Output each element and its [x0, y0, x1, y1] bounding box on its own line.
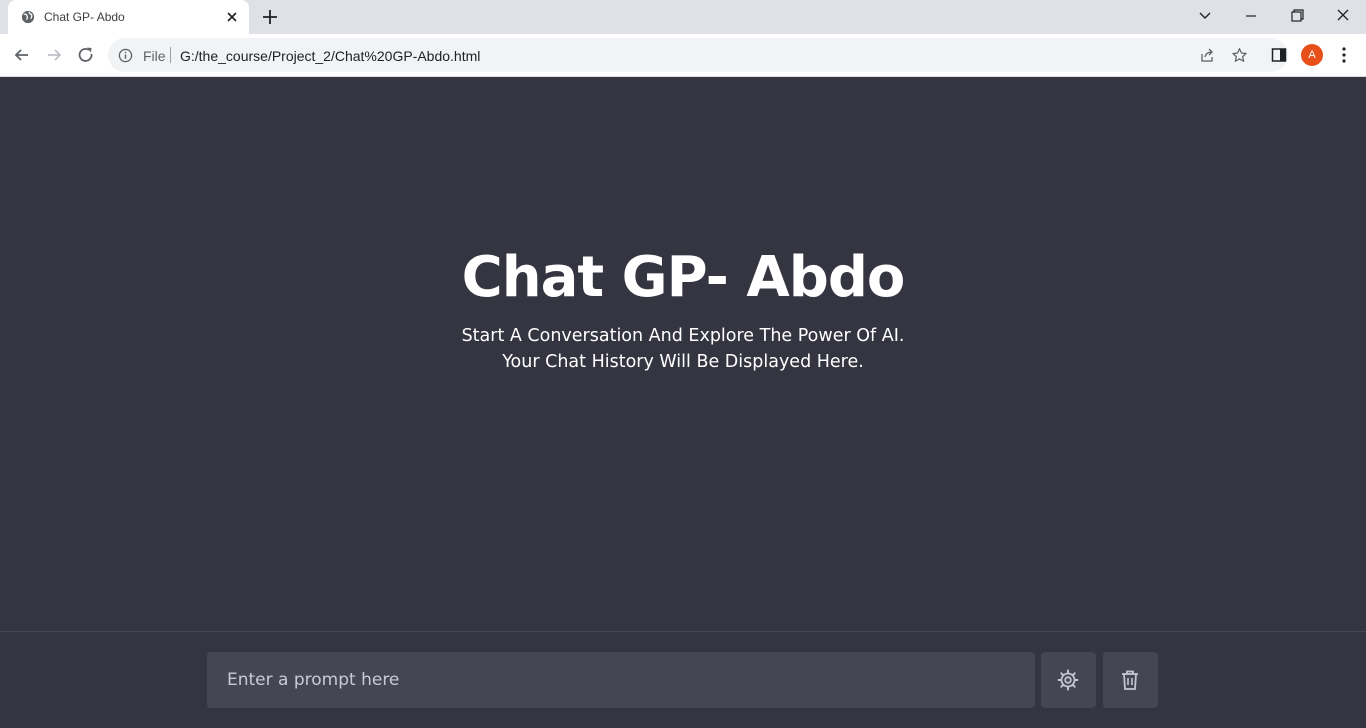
back-arrow-icon[interactable] [12, 45, 32, 65]
url-scheme-label: File [143, 48, 166, 64]
theme-settings-button[interactable] [1041, 652, 1096, 708]
prompt-input[interactable] [207, 652, 1035, 708]
browser-tabstrip: Chat GP- Abdo [0, 0, 1366, 34]
new-tab-plus-icon[interactable] [260, 7, 280, 27]
subtitle-line-1: Start A Conversation And Explore The Pow… [461, 326, 905, 346]
close-tab-icon[interactable] [224, 9, 240, 25]
page-title: Chat GP- Abdo [461, 245, 906, 310]
globe-icon [21, 10, 35, 24]
tab-title: Chat GP- Abdo [44, 10, 125, 24]
restore-window-icon[interactable] [1285, 5, 1309, 27]
minimize-window-icon[interactable] [1239, 5, 1263, 27]
address-divider [170, 47, 171, 63]
side-panel-icon[interactable] [1271, 47, 1287, 63]
composer-bar [0, 631, 1366, 728]
close-window-icon[interactable] [1331, 5, 1355, 27]
settings-gear-icon [1057, 669, 1079, 691]
url-text[interactable]: G:/the_course/Project_2/Chat%20GP-Abdo.h… [180, 48, 480, 64]
browser-toolbar: File G:/the_course/Project_2/Chat%20GP-A… [0, 34, 1366, 77]
address-bar[interactable]: File G:/the_course/Project_2/Chat%20GP-A… [108, 38, 1288, 72]
site-info-icon[interactable] [118, 48, 133, 63]
reload-icon[interactable] [76, 45, 96, 65]
chat-page: Chat GP- Abdo Start A Conversation And E… [0, 77, 1366, 728]
forward-arrow-icon[interactable] [44, 45, 64, 65]
share-icon[interactable] [1199, 47, 1215, 63]
delete-chats-button[interactable] [1103, 652, 1158, 708]
more-menu-icon[interactable] [1336, 46, 1352, 64]
subtitle-line-2: Your Chat History Will Be Displayed Here… [502, 352, 864, 372]
tab-search-chevron-icon[interactable] [1193, 5, 1217, 27]
page-subtitle: Start A Conversation And Explore The Pow… [0, 323, 1366, 375]
profile-avatar[interactable]: A [1301, 44, 1323, 66]
bookmark-star-icon[interactable] [1231, 47, 1248, 64]
browser-tab[interactable]: Chat GP- Abdo [8, 0, 249, 34]
trash-icon [1122, 670, 1138, 690]
